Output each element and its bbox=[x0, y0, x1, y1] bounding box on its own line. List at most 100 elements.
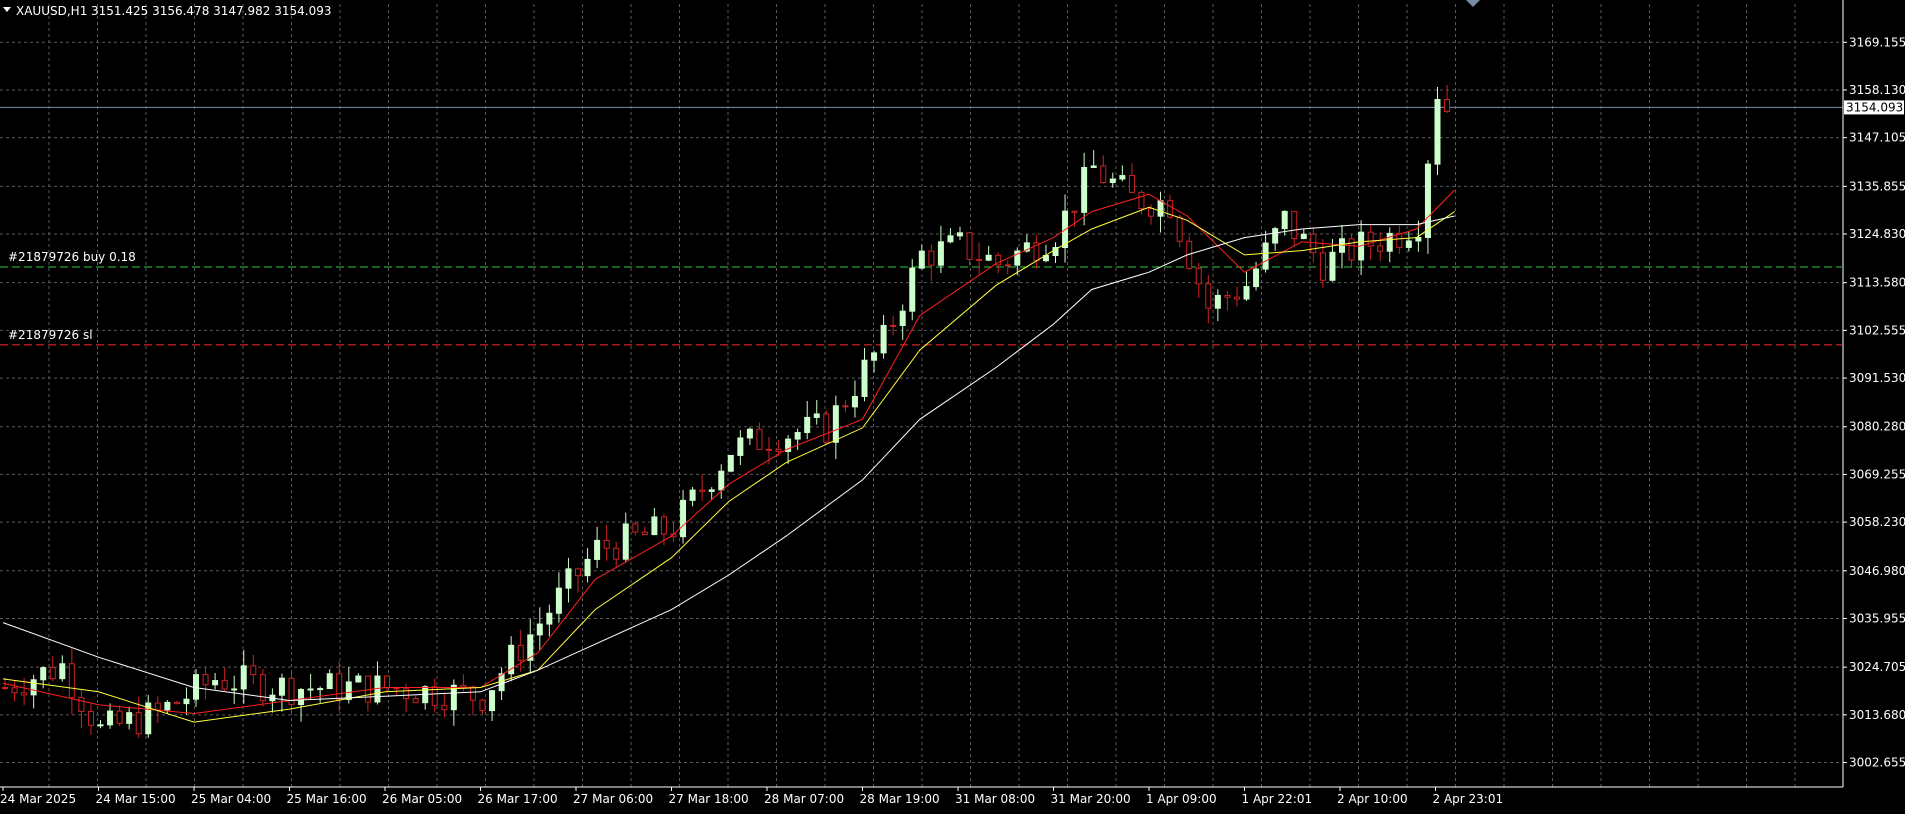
time-tick-label: 28 Mar 07:00 bbox=[764, 792, 844, 806]
candle-body bbox=[489, 690, 496, 712]
candle-body bbox=[307, 688, 314, 691]
time-tick-label: 2 Apr 10:00 bbox=[1337, 792, 1408, 806]
candle-body bbox=[575, 568, 581, 577]
candle-body bbox=[336, 673, 343, 700]
candle-body bbox=[355, 675, 362, 683]
candle-body bbox=[861, 359, 868, 397]
candle-body bbox=[326, 673, 333, 690]
candle-body bbox=[412, 698, 419, 704]
candle-body bbox=[603, 539, 610, 549]
candle-body bbox=[775, 448, 782, 452]
candle-body bbox=[1090, 165, 1097, 168]
candle-body bbox=[278, 677, 285, 696]
candle-body bbox=[212, 680, 219, 686]
candle-body bbox=[2, 687, 8, 690]
price-tick-label: 3002.655 bbox=[1849, 756, 1905, 770]
candle-body bbox=[345, 681, 352, 700]
time-tick-label: 31 Mar 20:00 bbox=[1051, 792, 1131, 806]
candle-body bbox=[651, 516, 658, 536]
candle-body bbox=[1424, 163, 1431, 238]
time-tick-label: 1 Apr 22:01 bbox=[1242, 792, 1313, 806]
price-tick-label: 3147.105 bbox=[1849, 131, 1905, 145]
candle-body bbox=[632, 523, 639, 533]
candle-body bbox=[890, 324, 897, 327]
candle-body bbox=[727, 454, 734, 472]
candle-body bbox=[871, 352, 878, 361]
candle-body bbox=[1109, 178, 1116, 184]
candle-body bbox=[1100, 165, 1107, 184]
candle-body bbox=[364, 675, 371, 703]
candle-body bbox=[1214, 294, 1221, 309]
candle-body bbox=[622, 523, 629, 560]
candle-body bbox=[746, 428, 753, 439]
candle-body bbox=[737, 437, 744, 456]
candle-body bbox=[1224, 294, 1231, 298]
candle-body bbox=[173, 701, 180, 705]
candle-body bbox=[68, 663, 75, 699]
candle-body bbox=[126, 712, 133, 724]
price-chart[interactable]: #21879726 buy 0.18 #21879726 sl 3169.155 3… bbox=[0, 0, 1905, 810]
chart-canvas[interactable]: #21879726 buy 0.18 #21879726 sl 3169.155 3… bbox=[0, 0, 1905, 810]
time-tick-label: 28 Mar 19:00 bbox=[860, 792, 940, 806]
candle-body bbox=[909, 267, 916, 312]
candle-body bbox=[689, 489, 696, 501]
candle-body bbox=[193, 674, 199, 700]
price-tick-label: 3158.130 bbox=[1849, 83, 1905, 97]
candle-body bbox=[1329, 251, 1336, 281]
candle-body bbox=[1148, 208, 1154, 217]
candle-body bbox=[59, 663, 66, 680]
time-tick-label: 24 Mar 2025 bbox=[0, 792, 76, 806]
candle-body bbox=[937, 241, 944, 266]
candle-body bbox=[584, 558, 591, 577]
candle-body bbox=[154, 702, 161, 711]
price-tick-label: 3102.555 bbox=[1849, 323, 1905, 337]
candle-body bbox=[804, 416, 811, 434]
price-tick-label: 3169.155 bbox=[1849, 35, 1905, 49]
candle-body bbox=[699, 489, 706, 492]
candle-body bbox=[641, 531, 648, 536]
current-price-label: 3154.093 bbox=[1846, 100, 1903, 114]
candle-body bbox=[1205, 283, 1212, 309]
candle-body bbox=[164, 701, 171, 711]
candle-body bbox=[546, 612, 553, 625]
candle-body bbox=[40, 667, 47, 681]
candle-body bbox=[565, 568, 572, 589]
candle-body bbox=[87, 710, 94, 726]
candle-body bbox=[1310, 233, 1317, 254]
time-tick-label: 26 Mar 05:00 bbox=[382, 792, 462, 806]
candle-body bbox=[976, 258, 983, 261]
time-tick-label: 31 Mar 08:00 bbox=[955, 792, 1035, 806]
price-tick-label: 3124.830 bbox=[1849, 227, 1905, 241]
candle-body bbox=[202, 674, 209, 686]
candle-body bbox=[928, 250, 935, 266]
buy-order-label: #21879726 buy 0.18 bbox=[8, 250, 136, 264]
candle-body bbox=[298, 689, 305, 706]
time-tick-label: 24 Mar 15:00 bbox=[96, 792, 176, 806]
candle-body bbox=[240, 665, 247, 690]
time-tick-label: 25 Mar 04:00 bbox=[191, 792, 271, 806]
time-tick-label: 25 Mar 16:00 bbox=[287, 792, 367, 806]
candle-body bbox=[1367, 231, 1374, 247]
candle-body bbox=[1262, 242, 1269, 270]
price-tick-label: 3135.855 bbox=[1849, 179, 1905, 193]
ohlc-label: 3151.425 3156.478 3147.982 3154.093 bbox=[91, 4, 331, 18]
time-tick-label: 27 Mar 06:00 bbox=[573, 792, 653, 806]
candle-body bbox=[947, 235, 954, 243]
candle-body bbox=[1176, 216, 1183, 242]
candle-body bbox=[985, 254, 992, 261]
candle-body bbox=[899, 310, 906, 326]
candle-body bbox=[78, 697, 85, 712]
candle-body bbox=[613, 547, 620, 560]
price-tick-label: 3058.230 bbox=[1849, 515, 1905, 529]
price-tick-label: 3046.980 bbox=[1849, 564, 1905, 578]
candle-body bbox=[794, 432, 801, 440]
candle-body bbox=[823, 413, 830, 443]
candle-body bbox=[766, 448, 772, 451]
candle-body bbox=[1405, 240, 1412, 248]
candle-body bbox=[49, 667, 56, 680]
candle-body bbox=[1195, 267, 1202, 285]
candle-body bbox=[317, 688, 324, 691]
candle-body bbox=[594, 539, 601, 560]
candle-body bbox=[1253, 268, 1260, 288]
candle-body bbox=[1071, 210, 1078, 213]
